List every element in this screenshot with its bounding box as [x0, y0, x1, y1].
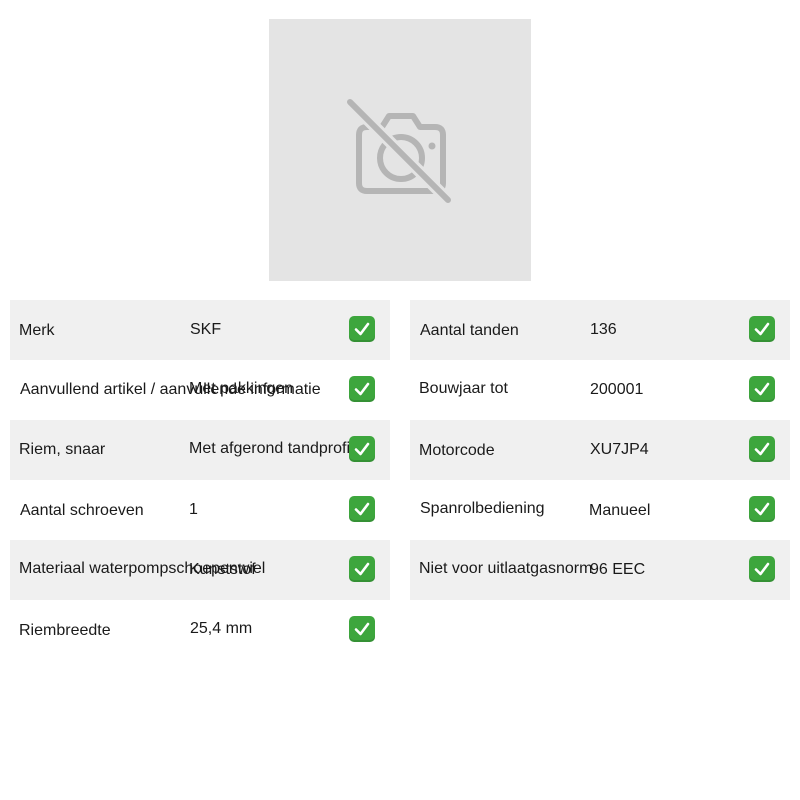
check-icon — [349, 616, 375, 642]
check-icon — [749, 556, 775, 582]
spec-value: 96 EEC — [590, 561, 646, 578]
camera-off-icon — [345, 97, 454, 206]
spec-value: Manueel — [589, 502, 651, 519]
spec-value: 136 — [590, 321, 617, 338]
check-icon — [349, 556, 375, 582]
spec-row-riembreedte: Riembreedte 25,4 mm — [10, 600, 390, 660]
spec-label: Niet voor uitlaatgasnorm — [419, 560, 593, 577]
spec-value: Kunststof — [189, 561, 256, 578]
spec-label: Aantal schroeven — [20, 502, 144, 519]
spec-row-spanrol: Spanrolbediening Manueel — [410, 480, 790, 540]
spec-value: SKF — [190, 321, 222, 338]
product-image-placeholder — [269, 19, 531, 281]
spec-row-tanden: Aantal tanden 136 — [410, 300, 790, 360]
spec-row-uitlaatgasnorm: Niet voor uitlaatgasnorm 96 EEC — [410, 540, 790, 600]
spec-row-materiaal: Materiaal waterpompschoepenwiel Kunststo… — [10, 540, 390, 600]
check-icon — [749, 496, 775, 522]
spec-value: 200001 — [590, 381, 644, 398]
spec-row-motorcode: Motorcode XU7JP4 — [410, 420, 790, 480]
spec-value: 1 — [189, 501, 198, 518]
specs-left-column: Merk SKF Aanvullend artikel / aanvullend… — [10, 300, 390, 660]
spec-label: Riem, snaar — [19, 441, 106, 458]
specs-right-column: Aantal tanden 136 Bouwjaar tot 200001 Mo… — [410, 300, 790, 600]
spec-value: 25,4 mm — [190, 620, 253, 637]
spec-row-bouwjaar: Bouwjaar tot 200001 — [410, 360, 790, 420]
spec-row-riem: Riem, snaar Met afgerond tandprofiel — [10, 420, 390, 480]
spec-value: Met afgerond tandprofiel — [189, 440, 363, 457]
spec-label: Spanrolbediening — [420, 500, 545, 517]
check-icon — [749, 316, 775, 342]
spec-row-merk: Merk SKF — [10, 300, 390, 360]
spec-value: XU7JP4 — [590, 441, 649, 458]
check-icon — [349, 316, 375, 342]
spec-label: Motorcode — [419, 442, 495, 459]
check-icon — [349, 496, 375, 522]
check-icon — [749, 436, 775, 462]
spec-label: Riembreedte — [19, 622, 111, 639]
spec-label: Bouwjaar tot — [419, 380, 508, 397]
spec-row-aanvullend: Aanvullend artikel / aanvullende informa… — [10, 360, 390, 420]
check-icon — [349, 376, 375, 402]
spec-label: Merk — [19, 322, 55, 339]
check-icon — [749, 376, 775, 402]
spec-label: Aantal tanden — [420, 322, 519, 339]
check-icon — [349, 436, 375, 462]
spec-value: Met pakkingen — [189, 380, 294, 397]
spec-row-schroeven: Aantal schroeven 1 — [10, 480, 390, 540]
